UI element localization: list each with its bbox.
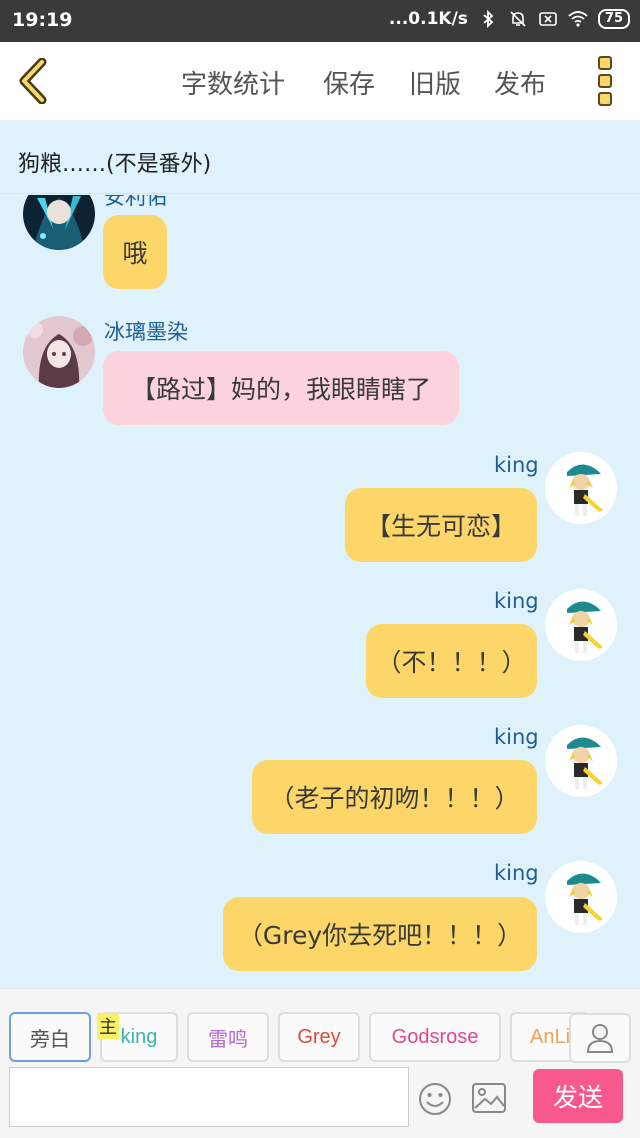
send-button[interactable]: 发送: [533, 1069, 623, 1123]
avatar[interactable]: [545, 861, 617, 933]
person-icon: [586, 1024, 614, 1053]
status-time: 19:19: [12, 9, 73, 31]
message-bubble[interactable]: 【路过】妈的，我眼睛瞎了: [103, 351, 459, 425]
sender-name: 冰璃墨染: [104, 320, 188, 344]
sender-name: king: [494, 861, 539, 885]
message-bubble[interactable]: （不！！！）: [366, 624, 537, 698]
role-leiming[interactable]: 雷鸣: [187, 1012, 269, 1062]
story-title-bar[interactable]: 狗粮……(不是番外): [0, 120, 640, 194]
role-godsrose[interactable]: Godsrose: [369, 1012, 501, 1062]
network-speed: ...0.1K/s: [388, 9, 468, 29]
avatar[interactable]: [23, 195, 95, 250]
emoji-icon[interactable]: [418, 1082, 452, 1116]
sender-name: 安利佑: [104, 195, 167, 209]
role-grey[interactable]: Grey: [278, 1012, 360, 1062]
message-bubble[interactable]: （Grey你去死吧！！！）: [223, 897, 537, 971]
role-selector[interactable]: 旁白 king 雷鸣 Grey Godsrose AnLi: [0, 1012, 640, 1064]
mute-bell-icon: [510, 11, 526, 27]
sender-name: king: [494, 589, 539, 613]
image-icon[interactable]: [471, 1082, 507, 1114]
sender-name: king: [494, 725, 539, 749]
save-button[interactable]: 保存: [323, 64, 375, 101]
sim-off-icon: [539, 12, 557, 26]
publish-button[interactable]: 发布: [494, 64, 546, 101]
back-arrow-icon[interactable]: [14, 58, 54, 104]
message-input[interactable]: [9, 1067, 409, 1127]
message-bubble[interactable]: （老子的初吻！！！）: [252, 760, 537, 834]
avatar[interactable]: [23, 316, 95, 388]
chat-area[interactable]: 安利佑 哦 冰璃墨染 【路过】妈的，我眼睛瞎了 king 【生无可恋】 king…: [0, 195, 640, 988]
sender-name: king: [494, 453, 539, 477]
bluetooth-icon: [483, 9, 494, 29]
message-bubble[interactable]: 哦: [103, 215, 167, 289]
battery-level: 75: [597, 9, 630, 29]
character-manage-button[interactable]: [569, 1013, 631, 1063]
story-title: 狗粮……(不是番外): [18, 152, 212, 177]
word-count-button[interactable]: 字数统计: [181, 64, 285, 101]
avatar[interactable]: [545, 589, 617, 661]
message-bubble[interactable]: 【生无可恋】: [345, 488, 537, 562]
top-toolbar: 字数统计 保存 旧版 发布: [0, 42, 640, 120]
avatar[interactable]: [545, 452, 617, 524]
more-menu-icon[interactable]: [598, 56, 612, 106]
status-icons: ...0.1K/s 75: [389, 9, 630, 29]
role-narrator[interactable]: 旁白: [9, 1012, 91, 1062]
status-bar: 19:19 ...0.1K/s 75: [0, 0, 640, 42]
old-version-button[interactable]: 旧版: [409, 64, 461, 101]
avatar[interactable]: [545, 725, 617, 797]
host-badge: 主: [97, 1013, 119, 1039]
wifi-icon: [568, 11, 588, 27]
